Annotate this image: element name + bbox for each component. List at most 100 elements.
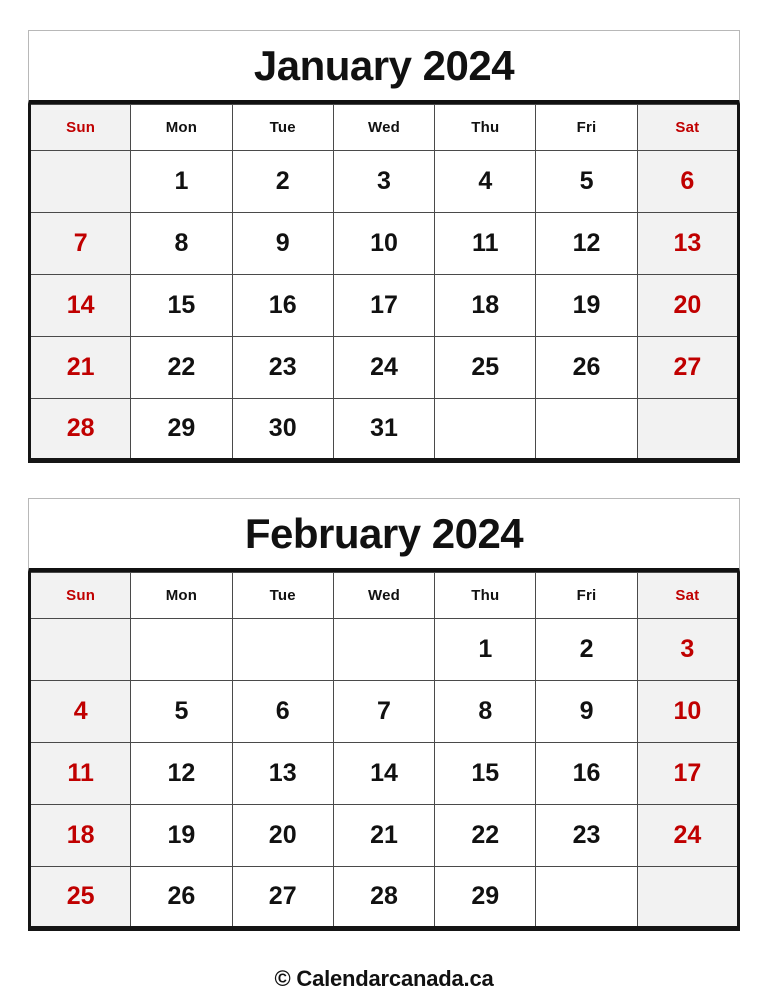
- day-cell[interactable]: 16: [535, 742, 638, 805]
- day-cell[interactable]: 10: [636, 680, 740, 743]
- day-cell[interactable]: [231, 618, 334, 681]
- calendar-grid-february: Sun Mon Tue Wed Thu Fri Sat 1 2 3 4 5 6 …: [28, 572, 740, 931]
- day-cell[interactable]: 29: [434, 866, 537, 929]
- day-cell[interactable]: 2: [231, 150, 334, 213]
- day-cell[interactable]: 13: [231, 742, 334, 805]
- day-cell[interactable]: 16: [231, 274, 334, 337]
- day-cell[interactable]: 28: [28, 398, 132, 461]
- day-cell[interactable]: [636, 398, 740, 461]
- day-cell[interactable]: [332, 618, 436, 681]
- day-cell[interactable]: 22: [434, 804, 537, 867]
- day-cell[interactable]: 19: [535, 274, 638, 337]
- day-cell[interactable]: 4: [434, 150, 537, 213]
- calendar-title-bar-february: February 2024: [28, 498, 740, 572]
- day-cell[interactable]: 8: [434, 680, 537, 743]
- day-cell[interactable]: 30: [231, 398, 334, 461]
- day-cell[interactable]: [636, 866, 740, 929]
- day-cell[interactable]: 18: [28, 804, 132, 867]
- day-cell[interactable]: 23: [231, 336, 334, 399]
- day-cell[interactable]: 29: [130, 398, 233, 461]
- weekday-header-sat: Sat: [636, 104, 740, 151]
- day-cell[interactable]: 13: [636, 212, 740, 275]
- day-cell[interactable]: 20: [231, 804, 334, 867]
- calendar-week-row: 7 8 9 10 11 12 13: [28, 212, 740, 275]
- day-cell[interactable]: 5: [130, 680, 233, 743]
- calendar-week-row: 18 19 20 21 22 23 24: [28, 804, 740, 867]
- day-cell[interactable]: 25: [28, 866, 132, 929]
- day-cell[interactable]: 15: [434, 742, 537, 805]
- day-cell[interactable]: 28: [332, 866, 436, 929]
- day-cell[interactable]: 31: [332, 398, 436, 461]
- weekday-header-wed: Wed: [332, 104, 436, 151]
- day-cell[interactable]: 8: [130, 212, 233, 275]
- day-cell[interactable]: [130, 618, 233, 681]
- calendar-title-bar-january: January 2024: [28, 30, 740, 104]
- calendar-week-row: 25 26 27 28 29: [28, 866, 740, 929]
- day-cell[interactable]: 25: [434, 336, 537, 399]
- day-cell[interactable]: 27: [231, 866, 334, 929]
- day-cell[interactable]: 6: [636, 150, 740, 213]
- day-cell[interactable]: 14: [28, 274, 132, 337]
- weekday-header-row: Sun Mon Tue Wed Thu Fri Sat: [28, 104, 740, 151]
- calendar-grid-january: Sun Mon Tue Wed Thu Fri Sat 1 2 3 4 5 6 …: [28, 104, 740, 463]
- day-cell[interactable]: [28, 150, 132, 213]
- day-cell[interactable]: 21: [332, 804, 436, 867]
- day-cell[interactable]: 9: [535, 680, 638, 743]
- weekday-header-fri: Fri: [535, 104, 638, 151]
- calendar-week-row: 4 5 6 7 8 9 10: [28, 680, 740, 743]
- day-cell[interactable]: 9: [231, 212, 334, 275]
- calendar-week-row: 21 22 23 24 25 26 27: [28, 336, 740, 399]
- day-cell[interactable]: 7: [28, 212, 132, 275]
- footer: © Calendarcanada.ca: [28, 966, 740, 992]
- day-cell[interactable]: 12: [130, 742, 233, 805]
- day-cell[interactable]: 1: [130, 150, 233, 213]
- day-cell[interactable]: 15: [130, 274, 233, 337]
- day-cell[interactable]: 6: [231, 680, 334, 743]
- day-cell[interactable]: [535, 866, 638, 929]
- day-cell[interactable]: 3: [332, 150, 436, 213]
- day-cell[interactable]: 20: [636, 274, 740, 337]
- day-cell[interactable]: 26: [535, 336, 638, 399]
- calendar-february-2024: February 2024 Sun Mon Tue Wed Thu Fri Sa…: [28, 498, 740, 931]
- day-cell[interactable]: 5: [535, 150, 638, 213]
- day-cell[interactable]: [28, 618, 132, 681]
- day-cell[interactable]: 3: [636, 618, 740, 681]
- day-cell[interactable]: 11: [434, 212, 537, 275]
- day-cell[interactable]: 24: [636, 804, 740, 867]
- day-cell[interactable]: 4: [28, 680, 132, 743]
- day-cell[interactable]: 19: [130, 804, 233, 867]
- day-cell[interactable]: 27: [636, 336, 740, 399]
- weekday-header-tue: Tue: [231, 572, 334, 619]
- weekday-header-thu: Thu: [434, 104, 537, 151]
- day-cell[interactable]: [434, 398, 537, 461]
- weekday-header-tue: Tue: [231, 104, 334, 151]
- day-cell[interactable]: 17: [636, 742, 740, 805]
- calendar-title-february: February 2024: [244, 509, 524, 557]
- day-cell[interactable]: 17: [332, 274, 436, 337]
- calendar-week-row: 1 2 3 4 5 6: [28, 150, 740, 213]
- day-cell[interactable]: 7: [332, 680, 436, 743]
- weekday-header-fri: Fri: [535, 572, 638, 619]
- day-cell[interactable]: 23: [535, 804, 638, 867]
- copyright-text: © Calendarcanada.ca: [274, 966, 494, 991]
- day-cell[interactable]: 11: [28, 742, 132, 805]
- day-cell[interactable]: 14: [332, 742, 436, 805]
- day-cell[interactable]: 24: [332, 336, 436, 399]
- weekday-header-mon: Mon: [130, 572, 233, 619]
- calendar-title-january: January 2024: [253, 41, 515, 89]
- weekday-header-row: Sun Mon Tue Wed Thu Fri Sat: [28, 572, 740, 619]
- day-cell[interactable]: 2: [535, 618, 638, 681]
- day-cell[interactable]: 22: [130, 336, 233, 399]
- calendar-week-row: 14 15 16 17 18 19 20: [28, 274, 740, 337]
- calendar-january-2024: January 2024 Sun Mon Tue Wed Thu Fri Sat…: [28, 30, 740, 463]
- calendar-week-row: 28 29 30 31: [28, 398, 740, 461]
- day-cell[interactable]: 18: [434, 274, 537, 337]
- day-cell[interactable]: 26: [130, 866, 233, 929]
- weekday-header-mon: Mon: [130, 104, 233, 151]
- day-cell[interactable]: 12: [535, 212, 638, 275]
- day-cell[interactable]: [535, 398, 638, 461]
- day-cell[interactable]: 21: [28, 336, 132, 399]
- day-cell[interactable]: 1: [434, 618, 537, 681]
- day-cell[interactable]: 10: [332, 212, 436, 275]
- calendar-week-row: 11 12 13 14 15 16 17: [28, 742, 740, 805]
